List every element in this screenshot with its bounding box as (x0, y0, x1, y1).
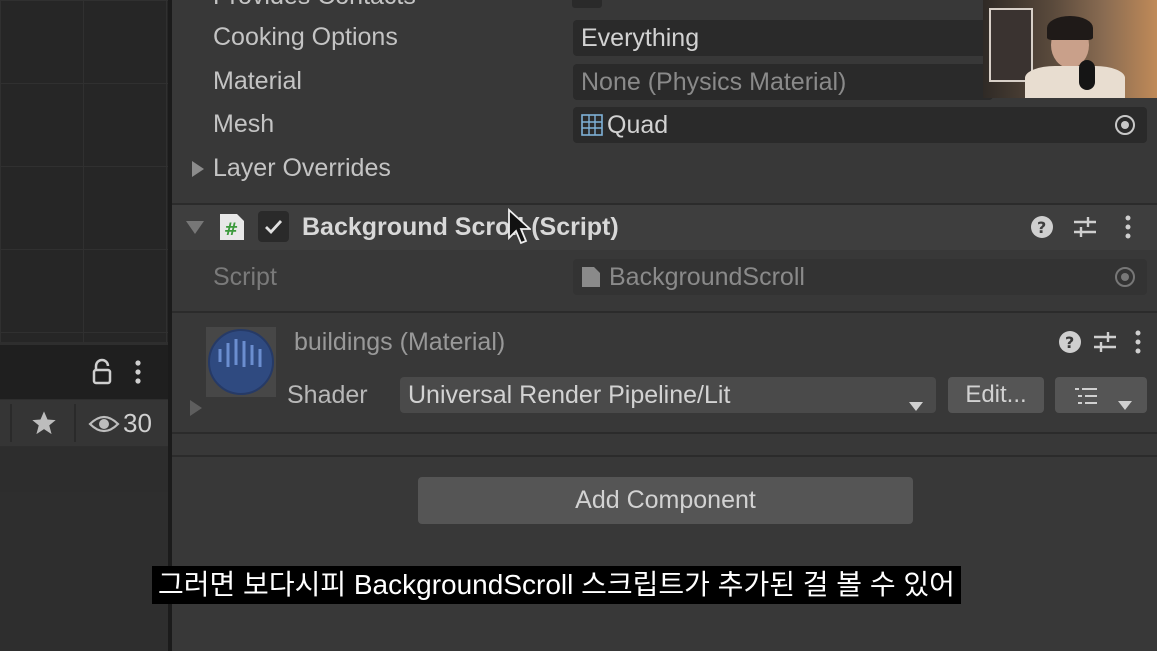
visible-count: 30 (123, 408, 152, 438)
csharp-script-icon: # (219, 213, 245, 241)
toolbar-divider (10, 404, 12, 442)
cooking-options-label: Cooking Options (213, 23, 398, 51)
component-separator (172, 311, 1157, 313)
object-picker-icon[interactable] (1114, 114, 1136, 136)
provides-contacts-checkbox[interactable] (572, 0, 602, 8)
svg-text:#: # (224, 220, 238, 240)
webcam-shelf (989, 8, 1033, 82)
mesh-grid-icon (581, 114, 603, 136)
panel-toolbar: 30 (0, 400, 168, 446)
mouse-cursor-icon (507, 207, 533, 246)
add-component-button[interactable]: Add Component (418, 477, 913, 524)
material-value: None (Physics Material) (581, 67, 847, 96)
visibility-eye-icon[interactable] (88, 413, 120, 435)
mesh-field[interactable]: Quad (573, 107, 1147, 143)
mesh-label: Mesh (213, 110, 275, 138)
material-presets-icon[interactable] (1092, 329, 1118, 355)
webcam-person-hair (1047, 16, 1093, 40)
webcam-microphone (1079, 60, 1095, 90)
script-picker-icon (1114, 266, 1136, 288)
edit-label: Edit... (965, 381, 1027, 408)
component-separator (172, 432, 1157, 434)
add-component-label: Add Component (575, 486, 756, 514)
provides-contacts-label: Provides Contacts (213, 0, 416, 11)
shader-value: Universal Render Pipeline/Lit (408, 380, 731, 409)
material-preview-thumbnail[interactable] (206, 327, 276, 397)
material-foldout-arrow[interactable] (188, 399, 204, 417)
dropdown-arrow-icon (908, 390, 924, 411)
script-field: BackgroundScroll (573, 259, 1147, 295)
shader-label: Shader (287, 381, 368, 409)
material-field[interactable]: None (Physics Material) (573, 64, 993, 100)
presets-icon[interactable] (1072, 214, 1098, 240)
mesh-value: Quad (607, 110, 669, 139)
collapse-arrow-icon[interactable] (185, 219, 205, 235)
shader-edit-button[interactable]: Edit... (948, 377, 1044, 413)
material-more-icon[interactable] (1133, 329, 1143, 355)
script-file-icon (581, 266, 601, 288)
shader-dropdown[interactable]: Universal Render Pipeline/Lit (400, 377, 936, 413)
layer-overrides-label[interactable]: Layer Overrides (213, 154, 391, 183)
favorite-star-icon[interactable] (30, 409, 58, 437)
script-value: BackgroundScroll (609, 262, 805, 291)
more-options-icon[interactable] (133, 359, 143, 387)
toolbar-divider (74, 404, 76, 442)
options-arrow-icon (1117, 390, 1133, 410)
material-component-title: buildings (Material) (294, 328, 506, 356)
panel-row (0, 447, 168, 492)
background-scroll-title: Background Scroll (Script) (302, 213, 619, 241)
scene-grid (0, 0, 168, 342)
webcam-person-body (1025, 66, 1125, 98)
inspector-end-separator (172, 455, 1157, 457)
component-more-icon[interactable] (1123, 214, 1133, 240)
shader-options-dropdown[interactable] (1055, 377, 1147, 413)
svg-text:?: ? (1065, 333, 1074, 352)
component-enabled-checkbox[interactable] (258, 211, 289, 242)
help-icon[interactable]: ? (1030, 215, 1054, 239)
subtitle-caption: 그러면 보다시피 BackgroundScroll 스크립트가 추가된 걸 볼 … (152, 566, 961, 604)
material-label: Material (213, 67, 302, 95)
panel-header (0, 345, 168, 399)
cooking-options-value: Everything (581, 23, 700, 52)
material-help-icon[interactable]: ? (1058, 330, 1082, 354)
list-icon (1073, 385, 1099, 405)
svg-text:?: ? (1037, 218, 1046, 237)
layer-overrides-foldout-arrow[interactable] (190, 160, 206, 178)
lock-icon[interactable] (91, 358, 113, 386)
script-label: Script (213, 263, 277, 291)
webcam-overlay (983, 0, 1157, 98)
cooking-options-dropdown[interactable]: Everything (573, 20, 993, 56)
